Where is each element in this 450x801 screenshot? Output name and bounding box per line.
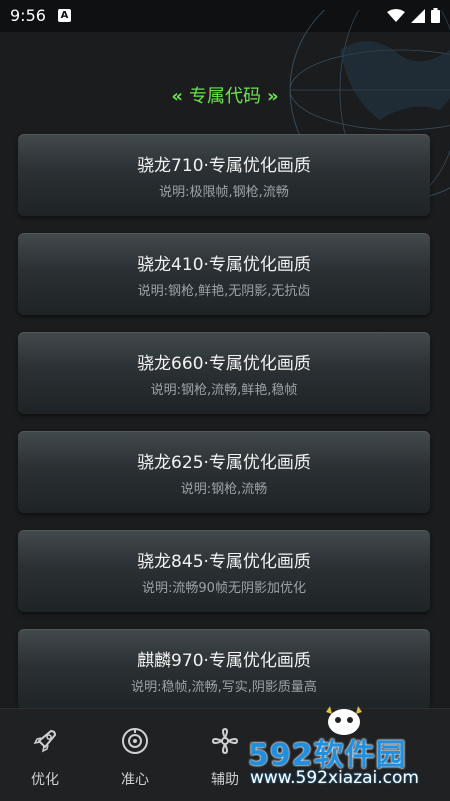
preset-card[interactable]: 骁龙845·专属优化画质 说明:流畅90帧无阴影加优化 — [18, 530, 430, 612]
card-description: 说明:稳帧,流畅,写实,阴影质量高 — [131, 680, 317, 695]
watermark: 592软件园 www.592xiazai.com — [248, 730, 448, 792]
preset-card[interactable]: 骁龙410·专属优化画质 说明:钢枪,鲜艳,无阴影,无抗齿 — [18, 233, 430, 315]
card-description: 说明:流畅90帧无阴影加优化 — [142, 581, 306, 596]
card-title: 骁龙410·专属优化画质 — [137, 255, 311, 275]
card-title: 骁龙845·专属优化画质 — [137, 552, 311, 572]
watermark-url: www.592xiazai.com — [250, 768, 419, 788]
card-description: 说明:极限帧,钢枪,流畅 — [159, 185, 289, 200]
rocket-icon — [33, 729, 57, 753]
preset-card[interactable]: 骁龙660·专属优化画质 说明:钢枪,流畅,鲜艳,稳帧 — [18, 332, 430, 414]
preset-card[interactable]: 骁龙710·专属优化画质 说明:极限帧,钢枪,流畅 — [18, 134, 430, 216]
nav-label: 优化 — [31, 772, 59, 788]
nav-item-crosshair[interactable]: 准心 — [105, 727, 165, 789]
card-description: 说明:钢枪,鲜艳,无阴影,无抗齿 — [137, 284, 311, 299]
card-title: 骁龙710·专属优化画质 — [137, 156, 311, 176]
card-description: 说明:钢枪,流畅 — [180, 482, 268, 497]
chevron-right-icon: » — [267, 86, 279, 107]
section-title-text: 专属代码 — [189, 86, 261, 107]
chevron-left-icon: « — [171, 86, 183, 107]
card-title: 骁龙625·专属优化画质 — [137, 453, 311, 473]
nav-label: 辅助 — [211, 772, 239, 788]
card-description: 说明:钢枪,流畅,鲜艳,稳帧 — [150, 383, 298, 398]
nav-item-optimize[interactable]: 优化 — [15, 727, 75, 789]
card-title: 骁龙660·专属优化画质 — [137, 354, 311, 374]
fan-icon — [211, 727, 239, 755]
notification-badge: A — [58, 9, 71, 22]
nav-label: 准心 — [121, 772, 149, 788]
nav-item-assist[interactable]: 辅助 — [195, 727, 255, 789]
section-title: « 专属代码 » — [0, 82, 450, 108]
preset-card[interactable]: 麒麟970·专属优化画质 说明:稳帧,流畅,写实,阴影质量高 — [18, 629, 430, 711]
preset-card[interactable]: 骁龙625·专属优化画质 说明:钢枪,流畅 — [18, 431, 430, 513]
crosshair-icon — [122, 728, 148, 754]
card-title: 麒麟970·专属优化画质 — [137, 651, 311, 671]
status-time: 9:56 — [10, 6, 46, 25]
